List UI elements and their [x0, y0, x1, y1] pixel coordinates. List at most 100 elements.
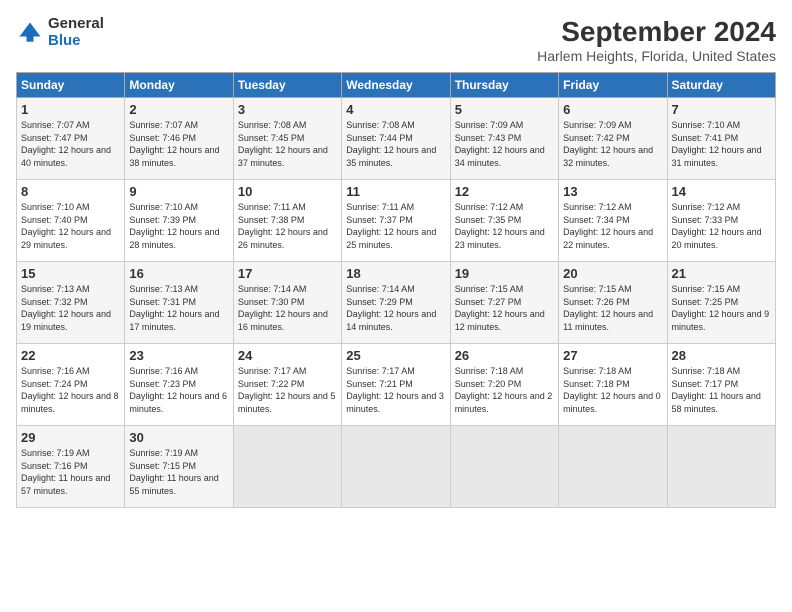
header: General Blue September 2024 Harlem Heigh… [16, 16, 776, 64]
day-number: 3 [238, 102, 337, 117]
day-number: 17 [238, 266, 337, 281]
day-info: Sunrise: 7:09 AMSunset: 7:42 PMDaylight:… [563, 120, 653, 168]
week-row-3: 15 Sunrise: 7:13 AMSunset: 7:32 PMDaylig… [17, 262, 776, 344]
day-cell: 3 Sunrise: 7:08 AMSunset: 7:45 PMDayligh… [233, 98, 341, 180]
day-number: 28 [672, 348, 771, 363]
day-info: Sunrise: 7:13 AMSunset: 7:32 PMDaylight:… [21, 284, 111, 332]
day-number: 5 [455, 102, 554, 117]
day-number: 4 [346, 102, 445, 117]
week-row-2: 8 Sunrise: 7:10 AMSunset: 7:40 PMDayligh… [17, 180, 776, 262]
day-number: 6 [563, 102, 662, 117]
col-monday: Monday [125, 73, 233, 98]
day-cell: 4 Sunrise: 7:08 AMSunset: 7:44 PMDayligh… [342, 98, 450, 180]
col-thursday: Thursday [450, 73, 558, 98]
logo-text: General Blue [48, 16, 104, 49]
day-cell: 15 Sunrise: 7:13 AMSunset: 7:32 PMDaylig… [17, 262, 125, 344]
day-cell: 17 Sunrise: 7:14 AMSunset: 7:30 PMDaylig… [233, 262, 341, 344]
col-tuesday: Tuesday [233, 73, 341, 98]
day-info: Sunrise: 7:16 AMSunset: 7:24 PMDaylight:… [21, 366, 119, 414]
day-number: 13 [563, 184, 662, 199]
week-row-4: 22 Sunrise: 7:16 AMSunset: 7:24 PMDaylig… [17, 344, 776, 426]
title-block: September 2024 Harlem Heights, Florida, … [537, 16, 776, 64]
day-cell: 26 Sunrise: 7:18 AMSunset: 7:20 PMDaylig… [450, 344, 558, 426]
day-info: Sunrise: 7:18 AMSunset: 7:18 PMDaylight:… [563, 366, 661, 414]
day-info: Sunrise: 7:16 AMSunset: 7:23 PMDaylight:… [129, 366, 227, 414]
day-info: Sunrise: 7:18 AMSunset: 7:20 PMDaylight:… [455, 366, 553, 414]
calendar-table: Sunday Monday Tuesday Wednesday Thursday… [16, 72, 776, 508]
day-number: 15 [21, 266, 120, 281]
day-info: Sunrise: 7:08 AMSunset: 7:45 PMDaylight:… [238, 120, 328, 168]
col-wednesday: Wednesday [342, 73, 450, 98]
logo-general: General [48, 16, 104, 33]
day-info: Sunrise: 7:08 AMSunset: 7:44 PMDaylight:… [346, 120, 436, 168]
day-cell: 7 Sunrise: 7:10 AMSunset: 7:41 PMDayligh… [667, 98, 775, 180]
day-number: 25 [346, 348, 445, 363]
day-cell: 29 Sunrise: 7:19 AMSunset: 7:16 PMDaylig… [17, 426, 125, 508]
day-info: Sunrise: 7:10 AMSunset: 7:39 PMDaylight:… [129, 202, 219, 250]
day-info: Sunrise: 7:15 AMSunset: 7:26 PMDaylight:… [563, 284, 653, 332]
day-info: Sunrise: 7:12 AMSunset: 7:33 PMDaylight:… [672, 202, 762, 250]
day-info: Sunrise: 7:15 AMSunset: 7:25 PMDaylight:… [672, 284, 770, 332]
day-cell: 30 Sunrise: 7:19 AMSunset: 7:15 PMDaylig… [125, 426, 233, 508]
day-info: Sunrise: 7:17 AMSunset: 7:21 PMDaylight:… [346, 366, 444, 414]
day-cell: 1 Sunrise: 7:07 AMSunset: 7:47 PMDayligh… [17, 98, 125, 180]
day-number: 22 [21, 348, 120, 363]
day-info: Sunrise: 7:11 AMSunset: 7:37 PMDaylight:… [346, 202, 436, 250]
day-number: 27 [563, 348, 662, 363]
day-cell: 13 Sunrise: 7:12 AMSunset: 7:34 PMDaylig… [559, 180, 667, 262]
col-saturday: Saturday [667, 73, 775, 98]
day-info: Sunrise: 7:13 AMSunset: 7:31 PMDaylight:… [129, 284, 219, 332]
day-number: 1 [21, 102, 120, 117]
day-cell: 14 Sunrise: 7:12 AMSunset: 7:33 PMDaylig… [667, 180, 775, 262]
day-cell: 12 Sunrise: 7:12 AMSunset: 7:35 PMDaylig… [450, 180, 558, 262]
day-number: 24 [238, 348, 337, 363]
day-info: Sunrise: 7:15 AMSunset: 7:27 PMDaylight:… [455, 284, 545, 332]
day-number: 2 [129, 102, 228, 117]
day-info: Sunrise: 7:11 AMSunset: 7:38 PMDaylight:… [238, 202, 328, 250]
day-info: Sunrise: 7:14 AMSunset: 7:30 PMDaylight:… [238, 284, 328, 332]
day-info: Sunrise: 7:19 AMSunset: 7:15 PMDaylight:… [129, 448, 218, 496]
day-cell: 25 Sunrise: 7:17 AMSunset: 7:21 PMDaylig… [342, 344, 450, 426]
day-info: Sunrise: 7:10 AMSunset: 7:40 PMDaylight:… [21, 202, 111, 250]
day-cell: 11 Sunrise: 7:11 AMSunset: 7:37 PMDaylig… [342, 180, 450, 262]
day-cell: 21 Sunrise: 7:15 AMSunset: 7:25 PMDaylig… [667, 262, 775, 344]
logo-icon [16, 19, 44, 47]
logo-blue: Blue [48, 33, 104, 50]
day-cell: 23 Sunrise: 7:16 AMSunset: 7:23 PMDaylig… [125, 344, 233, 426]
day-number: 23 [129, 348, 228, 363]
day-cell: 28 Sunrise: 7:18 AMSunset: 7:17 PMDaylig… [667, 344, 775, 426]
header-row: Sunday Monday Tuesday Wednesday Thursday… [17, 73, 776, 98]
day-cell: 19 Sunrise: 7:15 AMSunset: 7:27 PMDaylig… [450, 262, 558, 344]
day-info: Sunrise: 7:09 AMSunset: 7:43 PMDaylight:… [455, 120, 545, 168]
day-number: 14 [672, 184, 771, 199]
day-cell: 18 Sunrise: 7:14 AMSunset: 7:29 PMDaylig… [342, 262, 450, 344]
calendar-title: September 2024 [537, 16, 776, 48]
day-cell: 9 Sunrise: 7:10 AMSunset: 7:39 PMDayligh… [125, 180, 233, 262]
day-number: 10 [238, 184, 337, 199]
day-info: Sunrise: 7:12 AMSunset: 7:35 PMDaylight:… [455, 202, 545, 250]
calendar-subtitle: Harlem Heights, Florida, United States [537, 48, 776, 64]
day-cell [667, 426, 775, 508]
day-number: 30 [129, 430, 228, 445]
day-cell [342, 426, 450, 508]
day-info: Sunrise: 7:07 AMSunset: 7:46 PMDaylight:… [129, 120, 219, 168]
day-cell: 10 Sunrise: 7:11 AMSunset: 7:38 PMDaylig… [233, 180, 341, 262]
day-number: 8 [21, 184, 120, 199]
day-cell: 6 Sunrise: 7:09 AMSunset: 7:42 PMDayligh… [559, 98, 667, 180]
col-friday: Friday [559, 73, 667, 98]
day-number: 21 [672, 266, 771, 281]
day-info: Sunrise: 7:07 AMSunset: 7:47 PMDaylight:… [21, 120, 111, 168]
day-number: 9 [129, 184, 228, 199]
day-cell: 27 Sunrise: 7:18 AMSunset: 7:18 PMDaylig… [559, 344, 667, 426]
week-row-5: 29 Sunrise: 7:19 AMSunset: 7:16 PMDaylig… [17, 426, 776, 508]
day-info: Sunrise: 7:12 AMSunset: 7:34 PMDaylight:… [563, 202, 653, 250]
day-info: Sunrise: 7:18 AMSunset: 7:17 PMDaylight:… [672, 366, 761, 414]
day-number: 16 [129, 266, 228, 281]
day-cell: 22 Sunrise: 7:16 AMSunset: 7:24 PMDaylig… [17, 344, 125, 426]
day-cell [559, 426, 667, 508]
day-cell: 5 Sunrise: 7:09 AMSunset: 7:43 PMDayligh… [450, 98, 558, 180]
page: General Blue September 2024 Harlem Heigh… [0, 0, 792, 612]
day-number: 19 [455, 266, 554, 281]
day-number: 20 [563, 266, 662, 281]
day-number: 12 [455, 184, 554, 199]
